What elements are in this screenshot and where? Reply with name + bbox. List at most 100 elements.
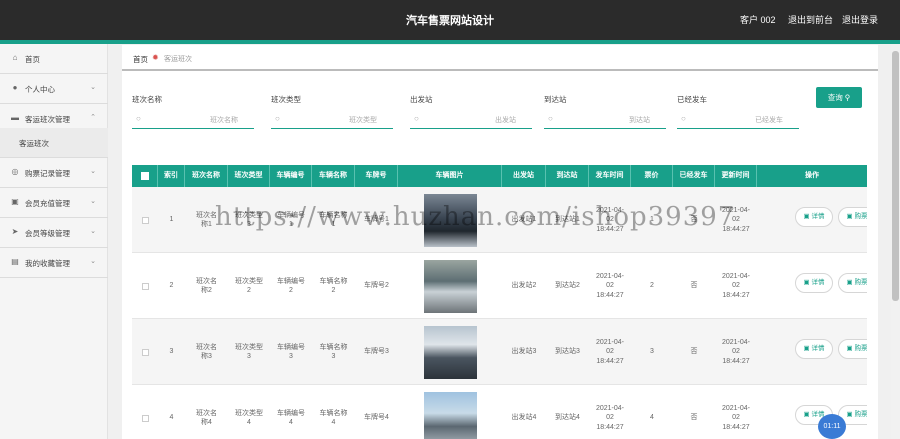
cell-from: 出发站2	[511, 282, 537, 290]
row-checkbox[interactable]	[141, 348, 149, 356]
chevron-up-icon: ⌃	[90, 114, 96, 121]
filter-placeholder: 班次名称	[210, 117, 238, 124]
cell-departed: 否	[690, 414, 698, 422]
scrollbar-thumb[interactable]	[892, 51, 899, 301]
detail-button-label: 详情	[811, 345, 825, 352]
cell-index: 2	[169, 282, 174, 290]
filter-placeholder: 班次类型	[349, 117, 377, 124]
cell-to: 到达站2	[555, 282, 580, 290]
cell-plate: 车牌号3	[364, 348, 389, 356]
cell-vehicle-no: 车辆编号2	[277, 277, 305, 294]
breadcrumb-home[interactable]: 首页	[133, 54, 148, 65]
sidebar-item-favorites[interactable]: ▤ 我的收藏管理 ⌄	[0, 248, 108, 278]
cell-departed: 否	[690, 216, 698, 224]
car-photo[interactable]	[423, 193, 477, 247]
sidebar-item-label: 购票记录管理	[25, 169, 70, 178]
filter-label-to: 到达站	[544, 95, 567, 104]
breadcrumb: 首页 ✹ 客运班次	[122, 45, 878, 71]
col-header[interactable]: 发车时间	[589, 165, 631, 187]
cell-plate: 车牌号2	[364, 282, 389, 290]
row-checkbox-cell	[132, 385, 158, 439]
cell-from: 出发站1	[511, 216, 537, 224]
sidebar-item-ticket-records[interactable]: ◎ 购票记录管理 ⌄	[0, 158, 108, 188]
select-all-checkbox[interactable]	[141, 172, 149, 180]
sidebar-item-profile[interactable]: ● 个人中心 ⌄	[0, 74, 108, 104]
col-header[interactable]: 索引	[158, 165, 185, 187]
search-icon: ○	[275, 114, 280, 123]
col-header[interactable]: 车辆图片	[398, 165, 502, 187]
col-header[interactable]: 出发站	[502, 165, 546, 187]
chevron-down-icon: ⌄	[90, 258, 96, 265]
row-checkbox[interactable]	[141, 414, 149, 422]
filter-label-name: 班次名称	[132, 95, 162, 104]
detail-button[interactable]: ▣ 详情	[795, 273, 833, 293]
cell-depart-time: 2021-04-02 18:44:27	[595, 338, 625, 365]
cell-image	[398, 187, 502, 253]
cell-updated: 2021-04-02 18:44:27	[721, 272, 751, 299]
buy-button[interactable]: ▣ 购票	[838, 207, 867, 227]
rank-icon: ➤	[11, 227, 19, 236]
col-header[interactable]: 车牌号	[355, 165, 398, 187]
query-button[interactable]: 查询 ⚲	[816, 87, 862, 108]
sidebar-item-label: 会员充值管理	[25, 199, 70, 208]
row-checkbox[interactable]	[141, 282, 149, 290]
schedule-table: 索引 班次名称 班次类型 车辆编号 车辆名称 车牌号 车辆图片 出发站 到达站 …	[132, 165, 867, 439]
buy-button-label: 购票	[854, 279, 867, 286]
detail-button[interactable]: ▣ 详情	[795, 207, 833, 227]
cell-index: 1	[169, 216, 174, 224]
cell-plate: 车牌号1	[364, 216, 389, 224]
filter-input-type[interactable]: ○ 班次类型	[271, 111, 393, 129]
col-header[interactable]: 车辆名称	[312, 165, 355, 187]
sidebar-item-home[interactable]: ⌂ 首页	[0, 44, 108, 74]
page-scrollbar[interactable]	[891, 45, 900, 439]
sidebar-item-recharge[interactable]: ▣ 会员充值管理 ⌄	[0, 188, 108, 218]
buy-button-label: 购票	[854, 213, 867, 220]
filter-input-to[interactable]: ○ 到达站	[544, 111, 666, 129]
cell-type: 班次类型4	[235, 409, 263, 426]
filter-input-from[interactable]: ○ 出发站	[410, 111, 532, 129]
home-icon: ⌂	[12, 53, 18, 62]
row-checkbox[interactable]	[141, 216, 149, 224]
filter-input-name[interactable]: ○ 班次名称	[132, 111, 254, 129]
cell-vehicle-no: 车辆编号3	[277, 343, 305, 360]
cell-vehicle-name: 车辆名称3	[319, 343, 348, 360]
search-icon: ○	[548, 114, 553, 123]
wallet-icon: ▣	[11, 197, 19, 206]
car-photo[interactable]	[423, 325, 477, 379]
row-checkbox-cell	[132, 187, 158, 253]
col-header[interactable]: 车辆编号	[270, 165, 312, 187]
car-photo[interactable]	[423, 391, 477, 439]
cell-plate: 车牌号4	[364, 414, 389, 422]
cell-to: 到达站4	[555, 414, 580, 422]
sidebar-item-label: 我的收藏管理	[25, 259, 70, 268]
user-label[interactable]: 客户 002	[740, 13, 776, 26]
col-header[interactable]: 更新时间	[715, 165, 757, 187]
cell-departed: 否	[690, 282, 698, 290]
col-header[interactable]: 到达站	[546, 165, 589, 187]
table-header: 索引 班次名称 班次类型 车辆编号 车辆名称 车牌号 车辆图片 出发站 到达站 …	[132, 165, 867, 187]
detail-button-label: 详情	[811, 213, 825, 220]
cell-from: 出发站3	[511, 348, 537, 356]
buy-button-label: 购票	[854, 411, 867, 418]
table-row: 2 班次名称2 班次类型2 车辆编号2 车辆名称2 车牌号2 出发站2 到达站2…	[132, 253, 867, 319]
col-header[interactable]: 班次类型	[228, 165, 270, 187]
detail-button[interactable]: ▣ 详情	[795, 339, 833, 359]
car-photo[interactable]	[423, 259, 477, 313]
cell-depart-time: 2021-04-02 18:44:27	[595, 272, 625, 299]
cell-image	[398, 319, 502, 385]
cell-vehicle-name: 车辆名称4	[319, 409, 348, 426]
buy-button[interactable]: ▣ 购票	[838, 339, 867, 359]
logout-link[interactable]: 退出登录	[842, 13, 878, 26]
cell-image	[398, 385, 502, 439]
back-to-admin-link[interactable]: 退出到前台	[788, 13, 833, 26]
filter-input-departed[interactable]: ○ 已经发车	[677, 111, 799, 129]
col-header[interactable]: 班次名称	[185, 165, 228, 187]
detail-button-label: 详情	[811, 279, 825, 286]
buy-button[interactable]: ▣ 购票	[838, 273, 867, 293]
col-header[interactable]: 已经发车	[673, 165, 715, 187]
col-header[interactable]: 票价	[631, 165, 673, 187]
sidebar-subitem-bus-schedule[interactable]: 客运班次	[0, 128, 108, 158]
sidebar-item-member-level[interactable]: ➤ 会员等级管理 ⌄	[0, 218, 108, 248]
chat-bubble[interactable]: 01:11	[818, 414, 846, 439]
cell-name: 班次名称3	[196, 343, 217, 360]
